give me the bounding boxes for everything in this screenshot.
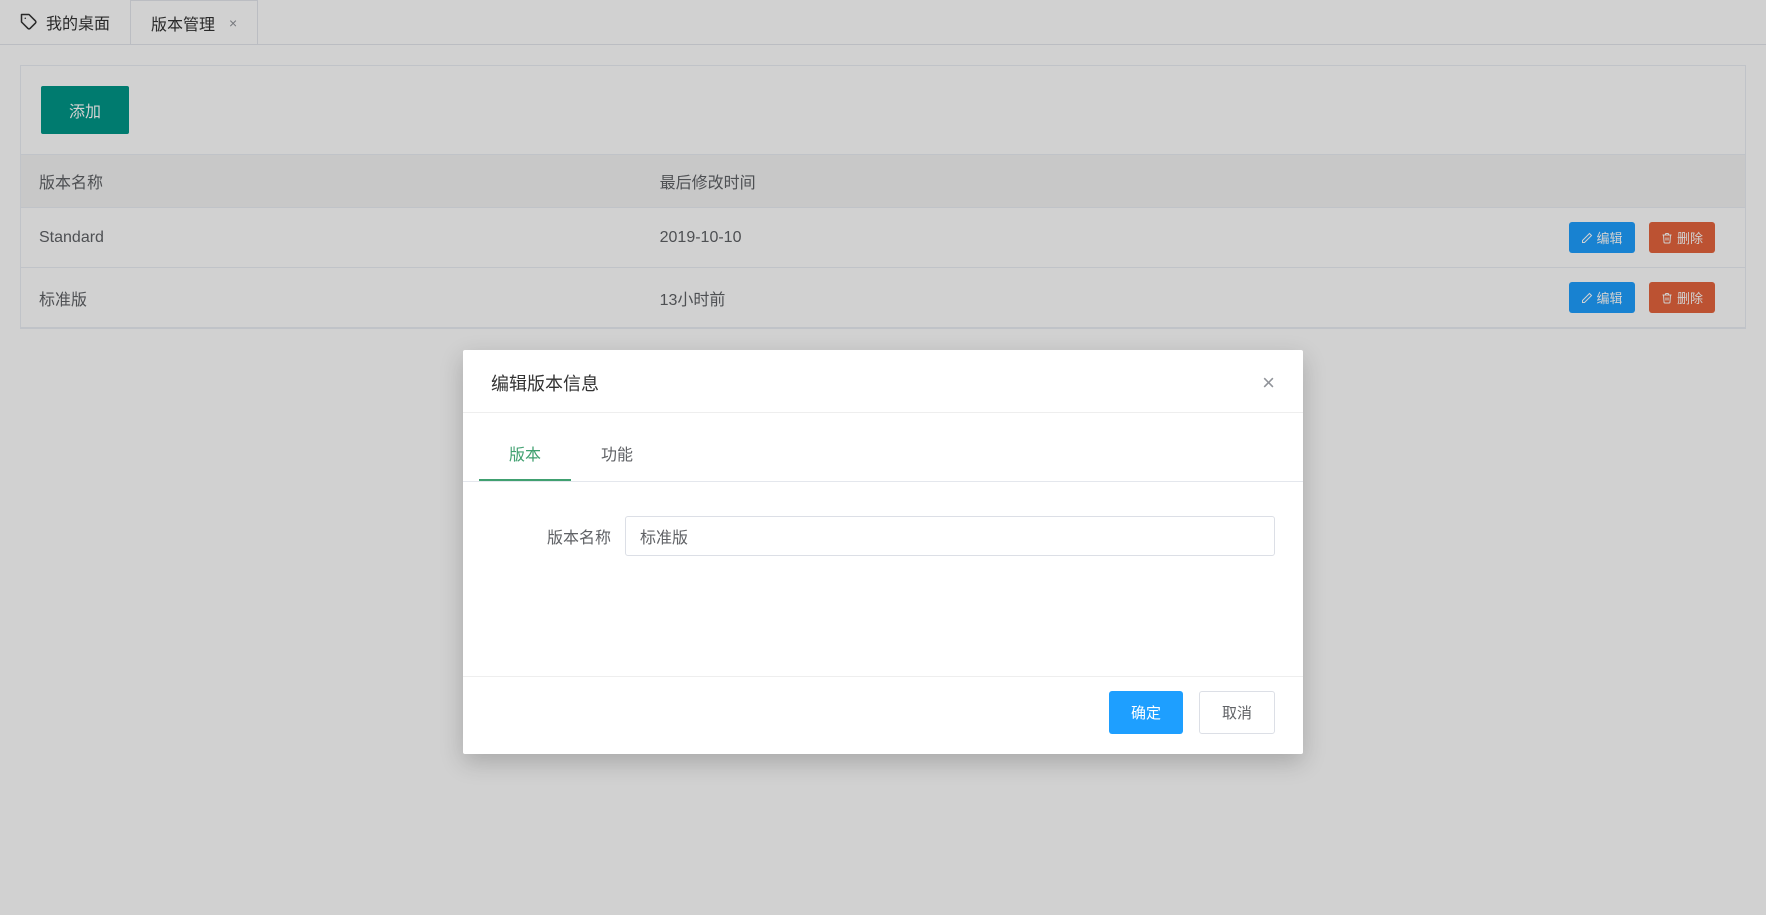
close-icon[interactable]: × [1262, 372, 1275, 394]
dialog-body: 版本 功能 版本名称 [463, 427, 1303, 676]
dialog-title: 编辑版本信息 [491, 370, 599, 396]
confirm-button[interactable]: 确定 [1109, 691, 1183, 734]
version-name-label: 版本名称 [491, 524, 611, 548]
form-row-name: 版本名称 [463, 482, 1303, 676]
tab-feature[interactable]: 功能 [571, 427, 663, 481]
tab-version[interactable]: 版本 [479, 427, 571, 481]
edit-version-dialog: 编辑版本信息 × 版本 功能 版本名称 确定 取消 [463, 350, 1303, 754]
version-name-input[interactable] [625, 516, 1275, 556]
dialog-header: 编辑版本信息 × [463, 350, 1303, 413]
cancel-button[interactable]: 取消 [1199, 691, 1275, 734]
dialog-footer: 确定 取消 [463, 676, 1303, 754]
dialog-tabs: 版本 功能 [463, 427, 1303, 482]
